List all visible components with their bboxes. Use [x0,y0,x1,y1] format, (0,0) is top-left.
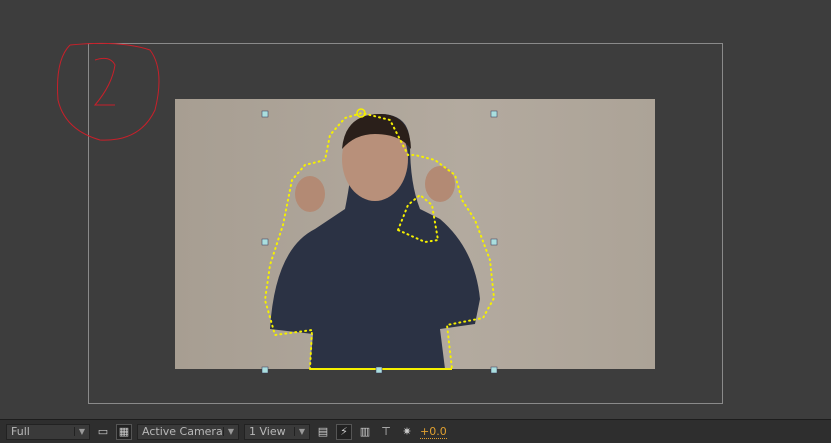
chevron-down-icon: ▼ [222,427,234,436]
views-value: 1 View [249,425,286,438]
layer-handles [261,110,498,374]
timeline-icon[interactable]: ▥ [357,424,373,440]
region-of-interest-icon[interactable]: ▭ [95,424,111,440]
annotation-scribble [57,42,160,141]
chevron-down-icon: ▼ [73,427,85,436]
transparency-grid-icon[interactable]: ▦ [116,423,132,440]
mask-path [263,111,496,370]
flowchart-icon[interactable]: ⊤ [378,424,394,440]
composition-viewer[interactable] [0,0,831,419]
views-dropdown[interactable]: 1 View ▼ [244,423,310,440]
chevron-down-icon: ▼ [293,427,305,436]
camera-value: Active Camera [142,425,223,438]
fast-previews-icon[interactable]: ⚡ [336,423,352,440]
viewer-toolbar: Full ▼ ▭ ▦ Active Camera ▼ 1 View ▼ ▤ ⚡ ▥ ⊤… [0,419,831,443]
mask-overlay[interactable] [0,0,831,419]
reset-exposure-icon[interactable]: ✷ [399,424,415,440]
resolution-dropdown[interactable]: Full ▼ [6,423,90,440]
resolution-value: Full [11,425,30,438]
pixel-aspect-icon[interactable]: ▤ [315,424,331,440]
camera-dropdown[interactable]: Active Camera ▼ [137,423,239,440]
exposure-value[interactable]: +0.0 [420,425,447,439]
